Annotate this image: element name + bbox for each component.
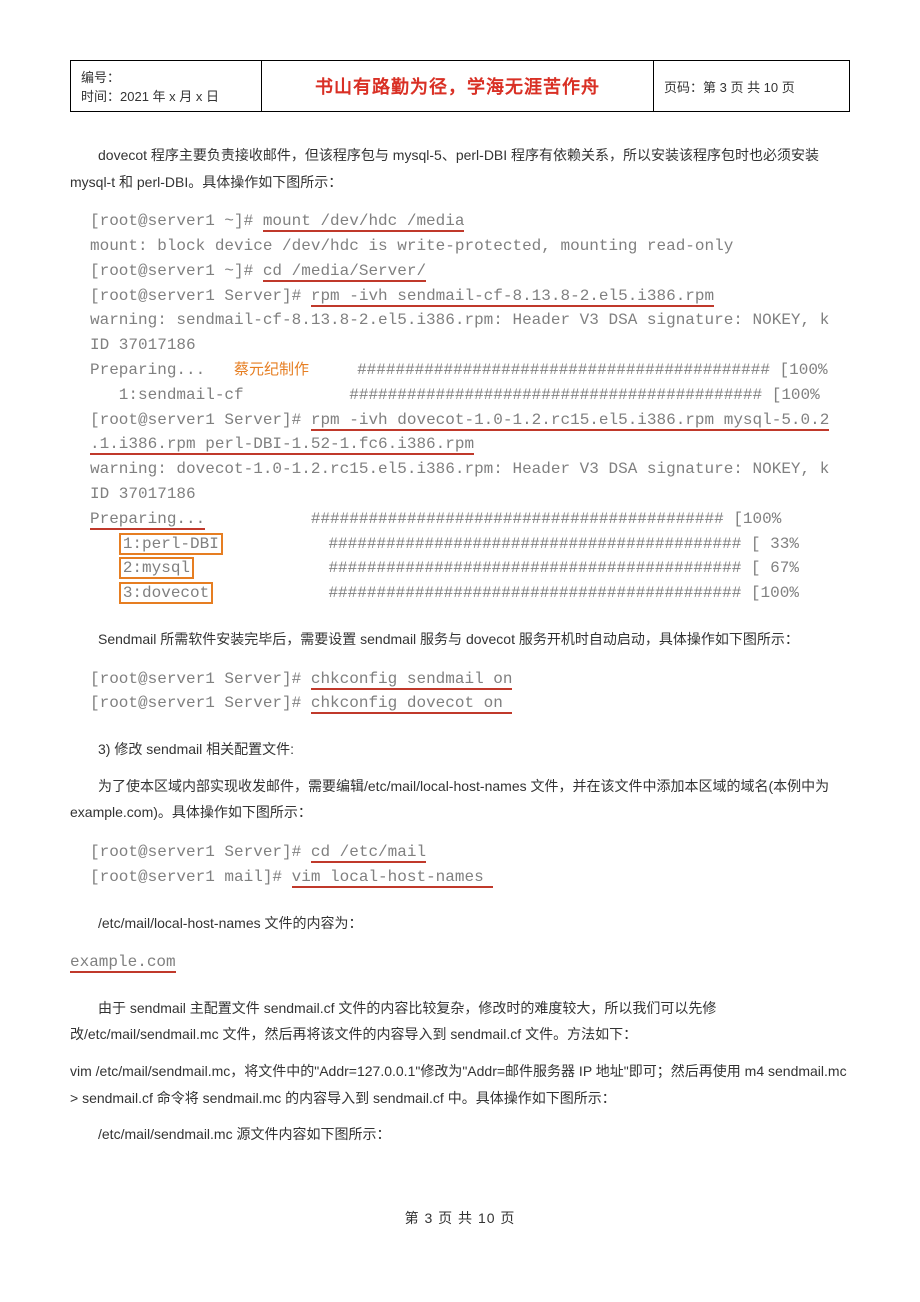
- motto-text: 书山有路勤为径，学海无涯苦作舟: [315, 77, 600, 97]
- cmd-rpm-sendmail: rpm -ivh sendmail-cf-8.13.8-2.el5.i386.r…: [311, 287, 714, 307]
- paragraph-6b: vim /etc/mail/sendmail.mc，将文件中的"Addr=127…: [70, 1058, 850, 1111]
- page-label: 页码：第 3 页 共 10 页: [664, 80, 795, 95]
- cmd-rpm-dovecot: rpm -ivh dovecot-1.0-1.2.rc15.el5.i386.r…: [311, 411, 829, 431]
- paragraph-7: /etc/mail/sendmail.mc 源文件内容如下图所示：: [70, 1121, 850, 1148]
- doc-id-label: 编号：: [81, 67, 251, 86]
- file-content-example: example.com: [70, 953, 176, 973]
- pkg-perl-dbi: 1:perl-DBI: [119, 533, 223, 555]
- page-content: 编号： 时间：2021 年 x 月 x 日 书山有路勤为径，学海无涯苦作舟 页码…: [0, 0, 920, 1268]
- header-center-cell: 书山有路勤为径，学海无涯苦作舟: [262, 61, 654, 112]
- cmd-cd-media: cd /media/Server/: [263, 262, 426, 282]
- watermark-text: 蔡元纪制作: [234, 361, 309, 378]
- paragraph-6: 由于 sendmail 主配置文件 sendmail.cf 文件的内容比较复杂，…: [70, 995, 850, 1048]
- cmd-vim-localhost: vim local-host-names: [292, 868, 494, 888]
- doc-date: 时间：2021 年 x 月 x 日: [81, 86, 251, 105]
- paragraph-2: Sendmail 所需软件安装完毕后，需要设置 sendmail 服务与 dov…: [70, 626, 850, 653]
- pkg-dovecot: 3:dovecot: [119, 582, 213, 604]
- cmd-mount: mount /dev/hdc /media: [263, 212, 465, 232]
- header-table: 编号： 时间：2021 年 x 月 x 日 书山有路勤为径，学海无涯苦作舟 页码…: [70, 60, 850, 112]
- terminal-block-3: [root@server1 Server]# cd /etc/mail [roo…: [90, 840, 850, 890]
- header-right-cell: 页码：第 3 页 共 10 页: [654, 61, 850, 112]
- terminal-block-1: [root@server1 ~]# mount /dev/hdc /media …: [90, 209, 850, 606]
- cmd-chkconfig-dovecot: chkconfig dovecot on: [311, 694, 513, 714]
- paragraph-4: 为了使本区域内部实现收发邮件，需要编辑/etc/mail/local-host-…: [70, 773, 850, 826]
- page-footer: 第 3 页 共 10 页: [70, 1208, 850, 1228]
- paragraph-3: 3) 修改 sendmail 相关配置文件:: [70, 736, 850, 763]
- cmd-cd-etc-mail: cd /etc/mail: [311, 843, 426, 863]
- cmd-chkconfig-sendmail: chkconfig sendmail on: [311, 670, 513, 690]
- terminal-block-2: [root@server1 Server]# chkconfig sendmai…: [90, 667, 850, 717]
- header-left-cell: 编号： 时间：2021 年 x 月 x 日: [71, 61, 262, 112]
- terminal-block-4: example.com: [70, 950, 850, 975]
- paragraph-5: /etc/mail/local-host-names 文件的内容为：: [70, 910, 850, 937]
- paragraph-1: dovecot 程序主要负责接收邮件，但该程序包与 mysql-5、perl-D…: [70, 142, 850, 195]
- pkg-mysql: 2:mysql: [119, 557, 194, 579]
